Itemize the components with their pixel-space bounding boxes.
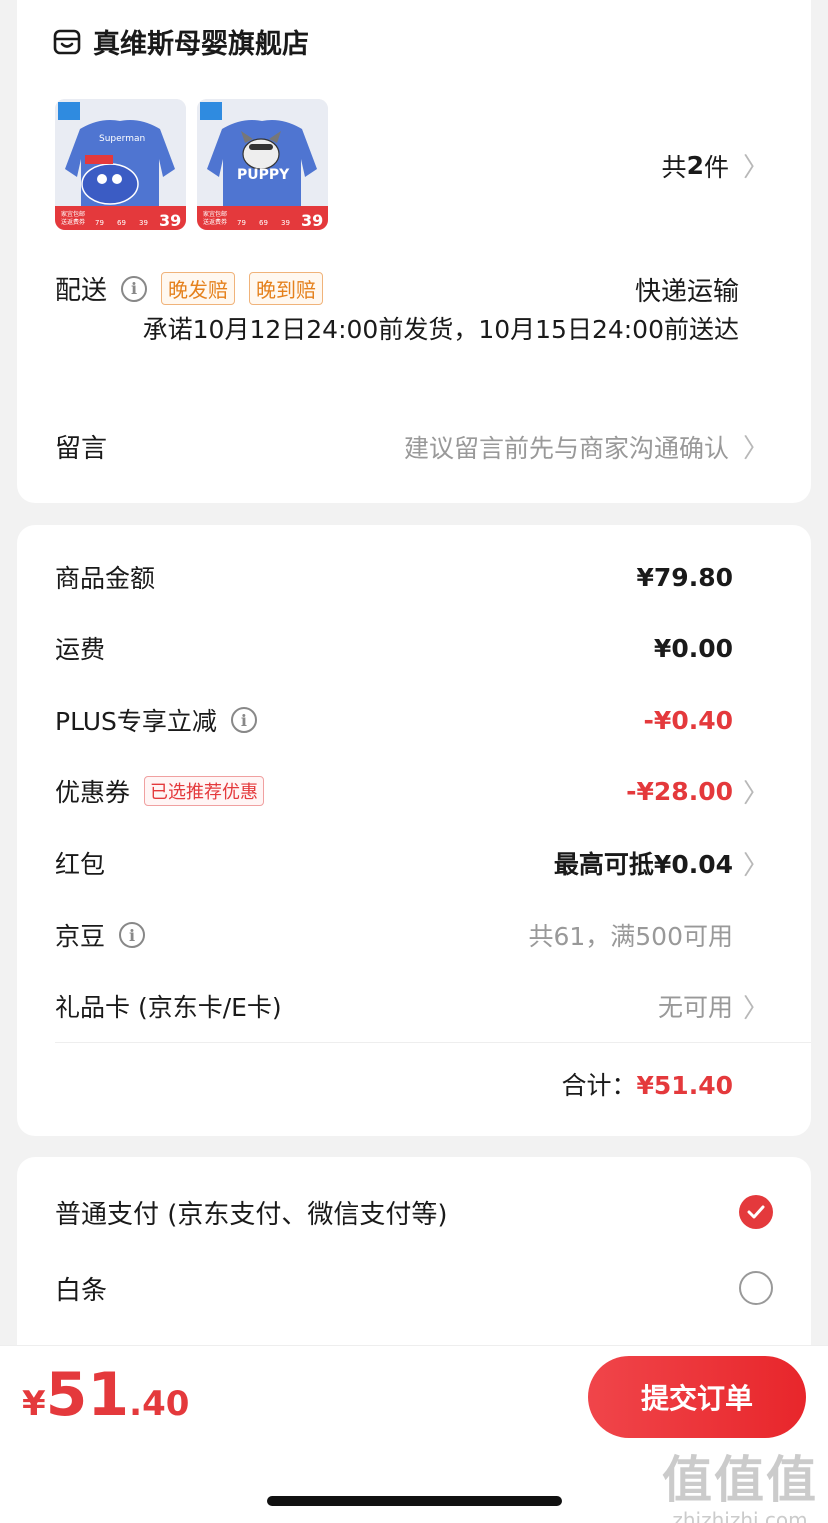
plus-discount-label: PLUS专享立减 [55,707,217,736]
payment-option-normal[interactable]: 普通支付 (京东支付、微信支付等) [55,1190,773,1234]
checkmark-radio-icon[interactable] [739,1195,773,1229]
total-label: 合计： [561,1071,637,1100]
giftcard-row[interactable]: 礼品卡 (京东卡/E卡) 无可用 〉 [55,986,811,1026]
giftcard-label: 礼品卡 (京东卡/E卡) [55,993,282,1022]
delivery-label: 配送 [55,276,108,306]
goods-amount-row: 商品金额 ¥79.80 [55,557,811,597]
message-input[interactable]: 建议留言前先与商家沟通确认 〉 [404,428,769,465]
total-value: ¥51.40 [636,1071,733,1100]
payment-baitiao-label: 白条 [55,1275,108,1306]
count-prefix: 共 [661,152,687,182]
shipping-value: ¥0.00 [653,633,733,663]
watermark-logo: 值值值 [662,1451,818,1509]
item-count-link[interactable]: 共2件 〉 [662,147,769,184]
pay-amount: ¥ 51 .40 [22,1360,189,1430]
tier-price: 79 [237,219,246,227]
plus-discount-row: PLUS专享立减 i -¥0.40 [55,700,811,740]
print-text: PUPPY [237,167,290,183]
late-ship-tag: 晚发赔 [161,272,236,305]
message-placeholder: 建议留言前先与商家沟通确认 [403,433,729,463]
count-number: 2 [686,151,704,180]
radio-unchecked-icon[interactable] [739,1271,773,1305]
amount-decimal: .40 [129,1384,190,1424]
product-thumbnail[interactable]: Superman 家宜包邮 送返费券 79 69 39 39 [55,99,186,230]
redpacket-row[interactable]: 红包 最高可抵¥0.04 〉 [55,843,811,883]
payment-card: 普通支付 (京东支付、微信支付等) 白条 [17,1157,811,1377]
chevron-right-icon: 〉 [742,778,769,809]
beans-value: 共61，满500可用 [528,922,733,951]
product-price: 39 [159,211,181,230]
print-text: Superman [99,134,145,144]
tier-price: 69 [117,219,126,227]
redpacket-value: 最高可抵¥0.04 [553,850,733,879]
info-icon[interactable]: i [119,922,146,948]
shop-name: 真维斯母婴旗舰店 [93,29,309,60]
giftcard-value: 无可用 [657,993,733,1022]
message-label: 留言 [55,434,108,464]
info-icon[interactable]: i [230,707,257,733]
shop-icon [53,29,81,54]
shipping-label: 运费 [55,635,106,664]
watermark: 值值值 zhizhizhi.com [662,1440,818,1523]
badge-sub: 送返费券 [203,218,227,226]
shop-card: 真维斯母婴旗舰店 Superman 家宜包邮 送返费券 79 69 39 39 [17,0,811,503]
payment-option-baitiao[interactable]: 白条 [55,1266,773,1310]
beans-label: 京豆 [55,922,106,951]
submit-order-button[interactable]: 提交订单 [588,1356,806,1438]
price-card: 商品金额 ¥79.80 运费 ¥0.00 PLUS专享立减 i -¥0.40 优… [17,525,811,1136]
tier-price: 69 [259,219,268,227]
badge-sub: 送返费券 [61,218,85,226]
badge-top: 家宜包邮 [61,210,85,218]
tier-price: 79 [95,219,104,227]
chevron-right-icon: 〉 [742,850,769,881]
delivery-promise: 承诺10月12日24:00前发货，10月15日24:00前送达 [142,315,739,344]
shipping-row: 运费 ¥0.00 [55,628,811,668]
coupon-value: -¥28.00 [626,776,733,806]
tier-price: 39 [139,219,148,227]
divider [55,1042,811,1043]
beans-row: 京豆 i 共61，满500可用 [55,915,811,955]
plus-discount-value: -¥0.40 [643,705,733,735]
recommended-tag: 已选推荐优惠 [144,776,265,806]
product-price: 39 [301,211,323,230]
chevron-right-icon: 〉 [742,434,769,464]
late-arrive-tag: 晚到赔 [249,272,324,305]
count-suffix: 件 [703,152,729,182]
watermark-url: zhizhizhi.com [672,1508,808,1523]
tier-price: 39 [281,219,290,227]
badge-top: 家宜包邮 [203,210,227,218]
amount-integer: 51 [45,1360,130,1430]
chevron-right-icon: 〉 [742,993,769,1024]
payment-normal-label: 普通支付 (京东支付、微信支付等) [55,1199,448,1230]
coupon-row[interactable]: 优惠券 已选推荐优惠 -¥28.00 〉 [55,771,811,811]
bottom-bar: ¥ 51 .40 提交订单 [0,1345,828,1452]
currency-symbol: ¥ [22,1384,46,1424]
shop-header[interactable]: 真维斯母婴旗舰店 [53,22,309,61]
delivery-type[interactable]: 快递运输 [635,271,739,308]
goods-amount-value: ¥79.80 [636,562,733,592]
redpacket-label: 红包 [55,850,106,879]
chevron-right-icon: 〉 [742,153,769,183]
goods-amount-label: 商品金额 [55,564,156,593]
product-thumbnail[interactable]: PUPPY 家宜包邮 送返费券 79 69 39 39 [197,99,328,230]
info-icon[interactable]: i [121,275,148,302]
delivery-row: 配送 i 晚发赔 晚到赔 [55,270,324,307]
coupon-label: 优惠券 [55,778,131,807]
home-indicator[interactable] [267,1496,562,1506]
total-row: 合计：¥51.40 [562,1066,734,1102]
